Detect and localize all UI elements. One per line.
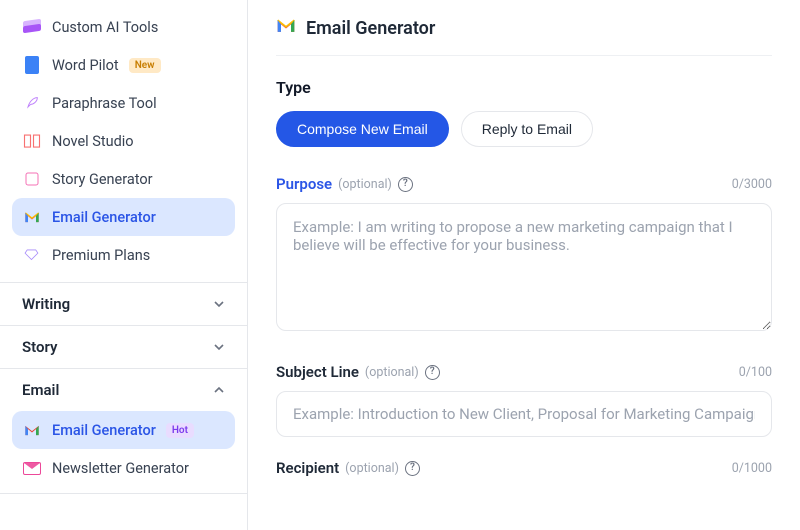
section-header-story[interactable]: Story [0, 326, 247, 368]
chevron-down-icon [213, 298, 225, 310]
type-label: Type [276, 78, 772, 97]
story-icon [22, 169, 42, 189]
sidebar-section-email: Email Email Generator Hot [0, 368, 247, 494]
sidebar-item-premium-plans[interactable]: Premium Plans [12, 236, 235, 274]
section-item-email-generator[interactable]: Email Generator Hot [12, 411, 235, 449]
section-title: Writing [22, 295, 70, 313]
badge-new: New [129, 58, 161, 73]
subject-counter: 0/100 [739, 365, 772, 380]
layers-icon [22, 17, 42, 37]
sidebar-item-label: Premium Plans [52, 247, 150, 264]
gmail-icon [22, 420, 42, 440]
recipient-counter: 0/1000 [732, 461, 772, 476]
section-item-label: Newsletter Generator [52, 460, 189, 477]
type-option-compose[interactable]: Compose New Email [276, 111, 449, 147]
sidebar-item-label: Paraphrase Tool [52, 95, 157, 112]
section-title: Email [22, 381, 59, 399]
recipient-field: Recipient (optional) ? 0/1000 [276, 459, 772, 477]
section-title: Story [22, 338, 57, 356]
optional-tag: (optional) [338, 177, 392, 192]
badge-hot: Hot [166, 423, 194, 438]
page-title-row: Email Generator [276, 12, 772, 56]
feather-icon [22, 93, 42, 113]
optional-tag: (optional) [365, 365, 419, 380]
chevron-down-icon [213, 341, 225, 353]
section-header-writing[interactable]: Writing [0, 283, 247, 325]
sidebar-item-label: Custom AI Tools [52, 19, 158, 36]
chevron-up-icon [213, 384, 225, 396]
help-icon[interactable]: ? [405, 461, 420, 476]
sidebar-item-custom-ai-tools[interactable]: Custom AI Tools [12, 8, 235, 46]
gem-icon [22, 245, 42, 265]
help-icon[interactable]: ? [425, 365, 440, 380]
gmail-icon [276, 18, 296, 39]
optional-tag: (optional) [345, 461, 399, 476]
sidebar-item-label: Email Generator [52, 209, 156, 226]
gmail-icon [22, 207, 42, 227]
type-option-reply[interactable]: Reply to Email [461, 111, 593, 147]
sidebar-item-label: Novel Studio [52, 133, 134, 150]
book-icon [22, 131, 42, 151]
sidebar-item-word-pilot[interactable]: Word Pilot New [12, 46, 235, 84]
sidebar: Custom AI Tools Word Pilot New Paraphras… [0, 0, 248, 530]
mail-icon [22, 458, 42, 478]
main-panel: Email Generator Type Compose New Email R… [248, 0, 800, 530]
sidebar-item-novel-studio[interactable]: Novel Studio [12, 122, 235, 160]
section-header-email[interactable]: Email [0, 369, 247, 411]
type-block: Type Compose New Email Reply to Email [276, 78, 772, 147]
purpose-counter: 0/3000 [732, 177, 772, 192]
section-item-label: Email Generator [52, 422, 156, 439]
recipient-label: Recipient [276, 459, 339, 477]
subject-label: Subject Line [276, 363, 359, 381]
purpose-field: Purpose (optional) ? 0/3000 [276, 175, 772, 335]
sidebar-item-story-generator[interactable]: Story Generator [12, 160, 235, 198]
sidebar-item-paraphrase-tool[interactable]: Paraphrase Tool [12, 84, 235, 122]
purpose-label: Purpose [276, 175, 332, 193]
sidebar-item-label: Word Pilot [52, 57, 119, 74]
subject-field: Subject Line (optional) ? 0/100 [276, 363, 772, 437]
section-item-newsletter-generator[interactable]: Newsletter Generator [12, 449, 235, 487]
purpose-input[interactable] [276, 203, 772, 331]
sidebar-item-label: Story Generator [52, 171, 153, 188]
sidebar-section-writing: Writing [0, 282, 247, 325]
subject-input[interactable] [276, 391, 772, 437]
sidebar-item-email-generator[interactable]: Email Generator [12, 198, 235, 236]
document-icon [22, 55, 42, 75]
help-icon[interactable]: ? [398, 177, 413, 192]
sidebar-primary-list: Custom AI Tools Word Pilot New Paraphras… [0, 8, 247, 274]
sidebar-section-story: Story [0, 325, 247, 368]
page-title: Email Generator [306, 18, 435, 39]
